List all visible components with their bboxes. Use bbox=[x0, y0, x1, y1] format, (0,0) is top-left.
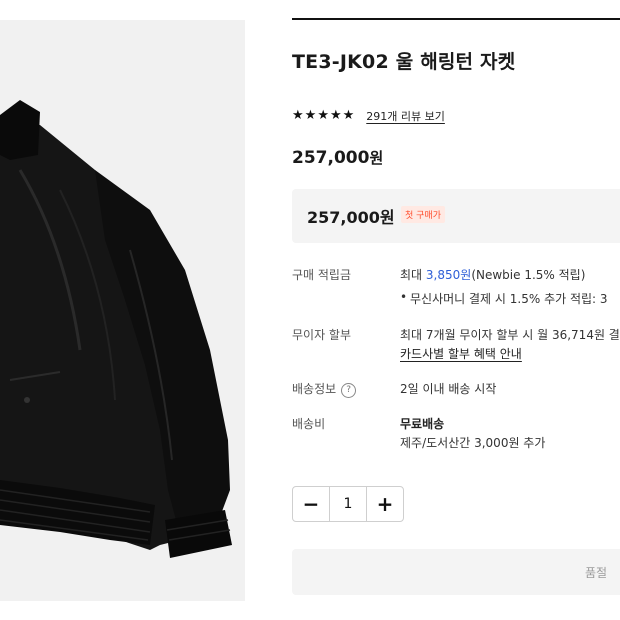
soldout-label: 품절 bbox=[585, 566, 608, 580]
star-icon: ★ bbox=[329, 108, 342, 123]
points-suffix: (Newbie 1.5% 적립) bbox=[471, 268, 586, 282]
installment-label: 무이자 할부 bbox=[292, 328, 352, 342]
installment-value: 최대 7개월 무이자 할부 시 월 36,714원 결 bbox=[400, 328, 620, 342]
top-divider bbox=[292, 18, 620, 20]
product-title: TE3-JK02 울 해링턴 자켓 bbox=[292, 51, 516, 73]
increase-quantity-button[interactable]: + bbox=[367, 487, 403, 521]
points-amount: 3,850원 bbox=[425, 268, 472, 282]
soldout-button[interactable]: 품절 bbox=[292, 549, 620, 595]
points-bullet: 무신사머니 결제 시 1.5% 추가 적립: 3 bbox=[400, 290, 608, 307]
help-icon[interactable]: ? bbox=[341, 383, 357, 398]
shipping-info-label: 배송정보? bbox=[292, 380, 357, 398]
shipping-fee-value: 무료배송 bbox=[400, 417, 445, 431]
product-price: 257,000원 bbox=[292, 147, 383, 168]
points-prefix: 최대 bbox=[400, 268, 426, 282]
product-image bbox=[0, 20, 245, 601]
star-rating: ★ ★ ★ ★ ★ bbox=[292, 109, 354, 123]
shipping-info-value: 2일 이내 배송 시작 bbox=[400, 382, 497, 396]
star-icon: ★ bbox=[317, 108, 329, 123]
first-purchase-price-box: 257,000원 첫 구매가 bbox=[292, 189, 620, 243]
star-icon: ★ bbox=[292, 108, 304, 123]
rating-row: ★ ★ ★ ★ ★ 291개 리뷰 보기 bbox=[292, 108, 445, 124]
points-label: 구매 적립금 bbox=[292, 268, 352, 282]
review-link[interactable]: 291개 리뷰 보기 bbox=[366, 108, 445, 124]
shipping-fee-extra: 제주/도서산간 3,000원 추가 bbox=[400, 436, 546, 450]
shipping-fee-label: 배송비 bbox=[292, 417, 326, 431]
card-installment-link[interactable]: 카드사별 할부 혜택 안내 bbox=[400, 345, 522, 362]
quantity-value[interactable]: 1 bbox=[329, 487, 367, 521]
star-icon: ★ bbox=[304, 108, 317, 123]
shipping-info-text: 배송정보 bbox=[292, 382, 337, 396]
jacket-photo bbox=[0, 100, 232, 558]
price-amount: 257,000 bbox=[292, 148, 370, 168]
price-unit: 원 bbox=[369, 149, 384, 167]
points-value: 최대 3,850원(Newbie 1.5% 적립) bbox=[400, 266, 585, 283]
quantity-stepper: − 1 + bbox=[292, 486, 404, 522]
first-purchase-badge: 첫 구매가 bbox=[401, 206, 445, 223]
decrease-quantity-button[interactable]: − bbox=[293, 487, 329, 521]
first-purchase-price: 257,000원 bbox=[307, 208, 395, 227]
star-icon: ★ bbox=[342, 108, 355, 123]
